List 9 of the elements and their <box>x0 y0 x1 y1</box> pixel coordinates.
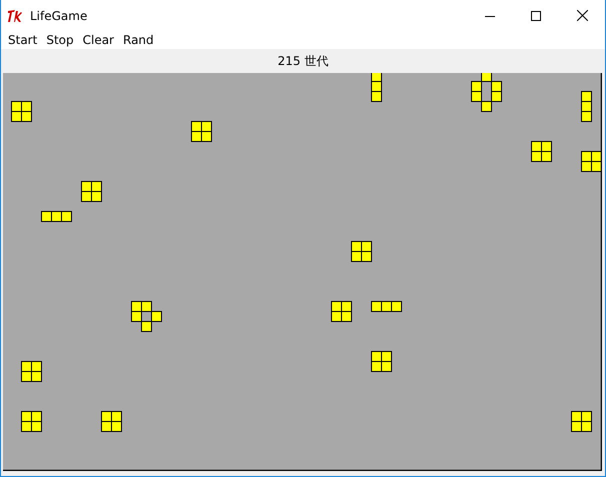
menu-item[interactable]: Start <box>4 33 42 47</box>
menu-item[interactable]: Clear <box>78 33 119 47</box>
close-icon <box>576 10 588 21</box>
menu-item[interactable]: Rand <box>119 33 159 47</box>
generation-label: 215 世代 <box>278 52 328 70</box>
app-icon <box>7 8 23 22</box>
maximize-icon <box>531 10 541 20</box>
menu-item[interactable]: Stop <box>42 33 79 47</box>
window-title: LifeGame <box>30 8 88 22</box>
